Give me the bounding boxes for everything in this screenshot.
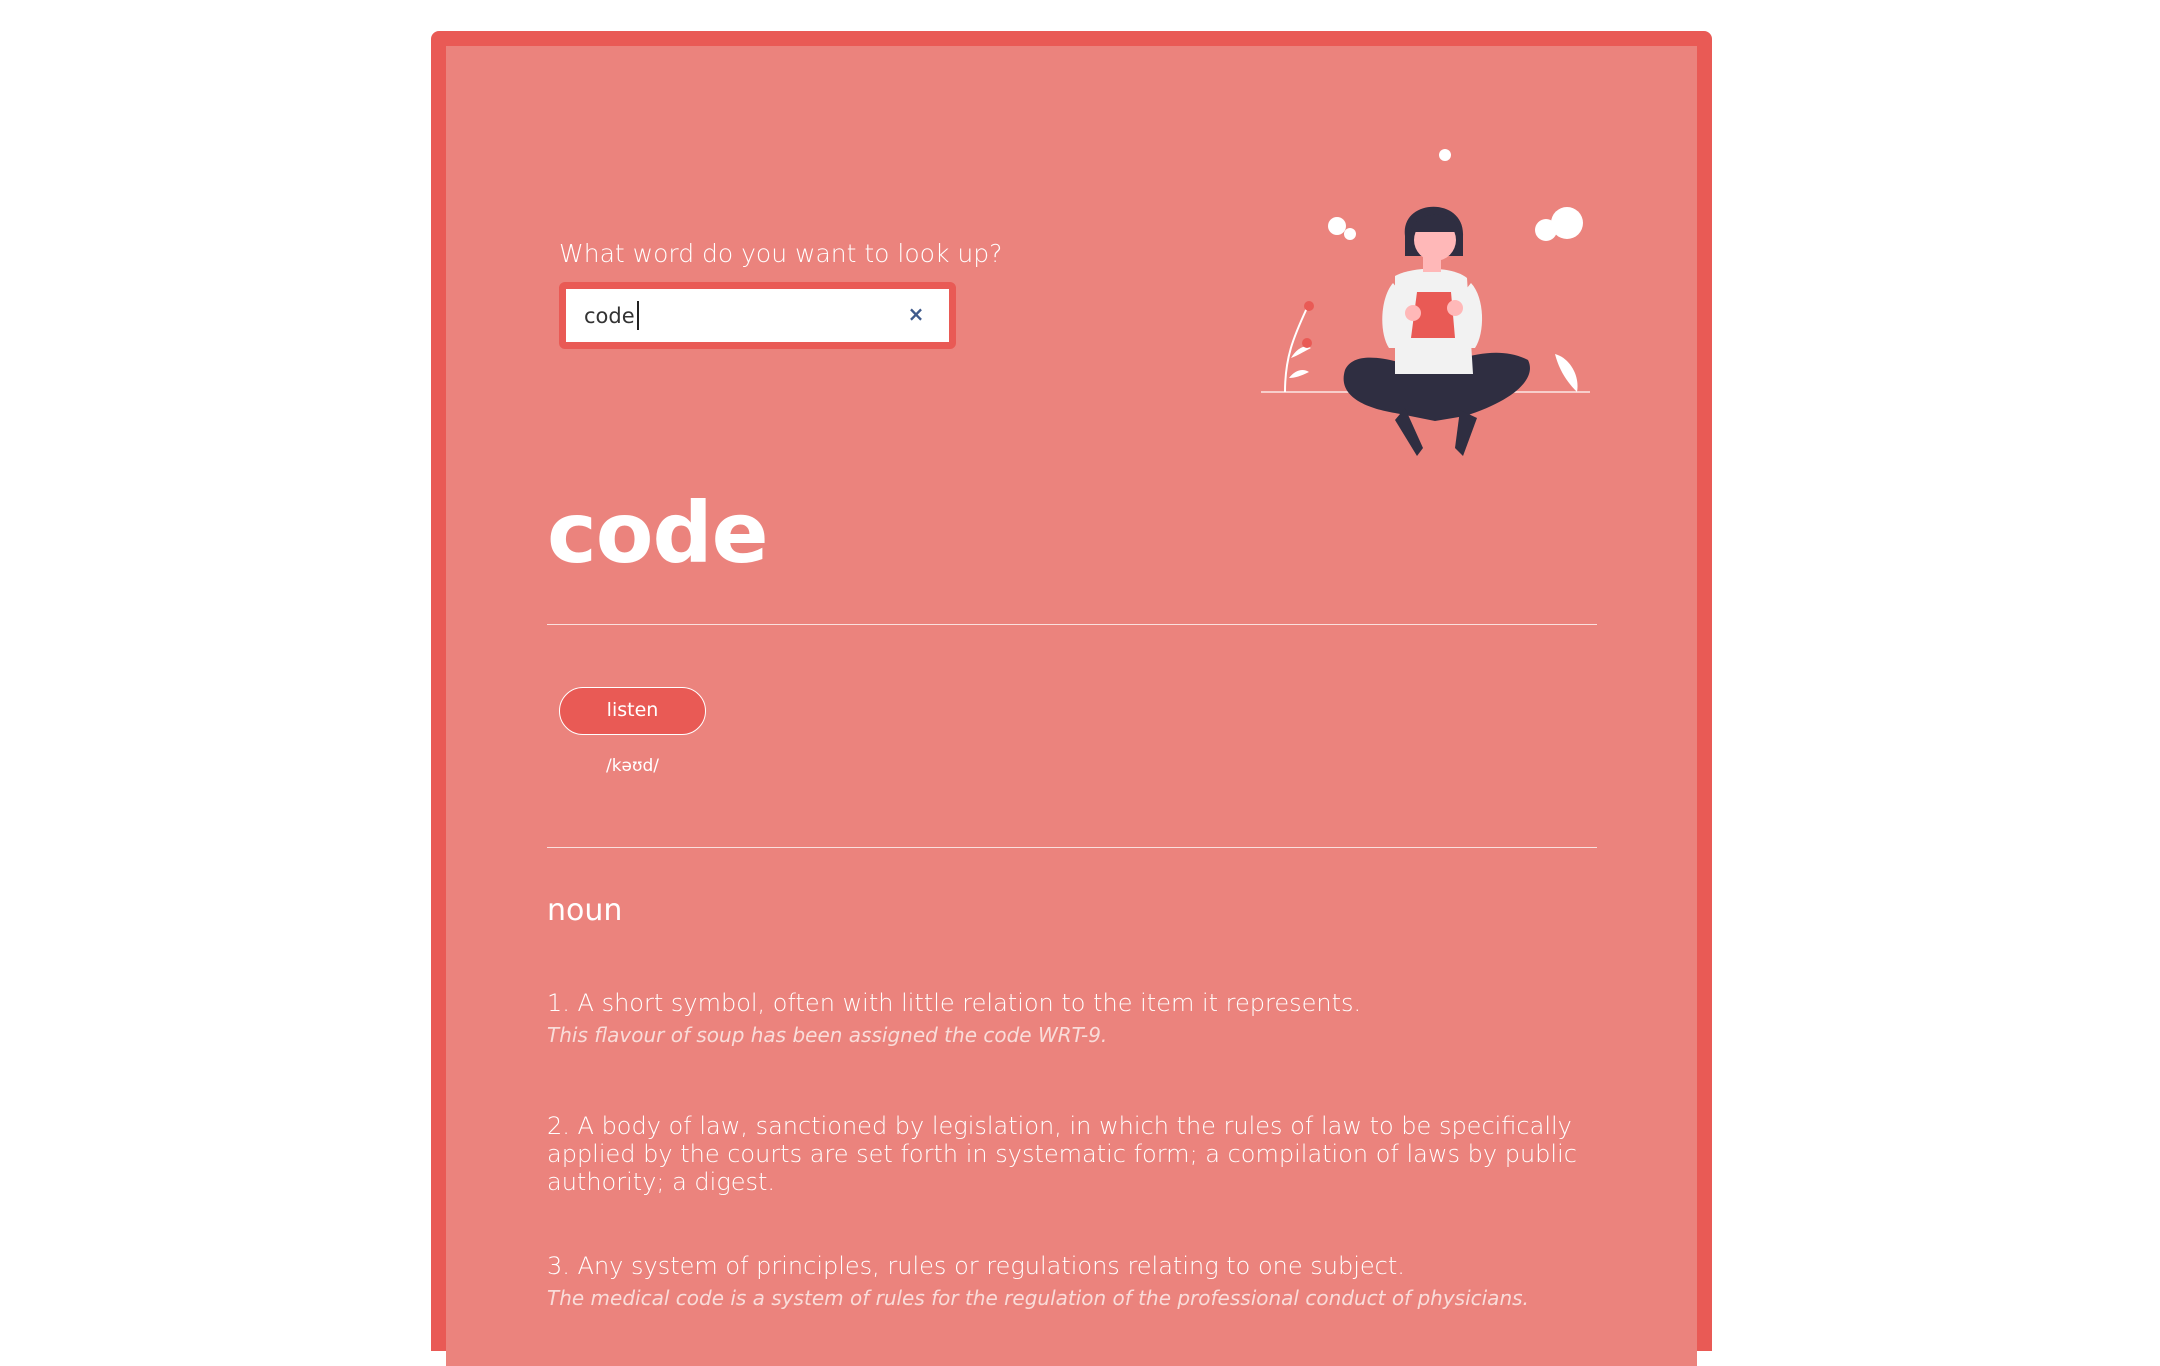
definition-text: 1. A short symbol, often with little rel…: [547, 989, 1362, 1017]
definition-example: This flavour of soup has been assigned t…: [547, 1023, 1108, 1047]
person-reading-illustration: [1261, 149, 1590, 456]
definition-text: 3. Any system of principles, rules or re…: [547, 1252, 1405, 1280]
divider: [547, 847, 1597, 848]
phonetic-text: /kəʊd/: [605, 756, 660, 776]
word-title: code: [547, 484, 769, 582]
search-prompt: What word do you want to look up?: [559, 239, 1003, 268]
text-caret: [637, 301, 639, 330]
search-input[interactable]: [584, 289, 884, 342]
listen-button[interactable]: listen: [559, 687, 706, 735]
divider: [547, 624, 1597, 625]
close-icon[interactable]: ×: [905, 303, 927, 325]
part-of-speech: noun: [547, 893, 623, 928]
definition-text: 2. A body of law, sanctioned by legislat…: [547, 1112, 1577, 1196]
definition-example: The medical code is a system of rules fo…: [547, 1286, 1529, 1310]
search-box[interactable]: ×: [559, 282, 956, 349]
